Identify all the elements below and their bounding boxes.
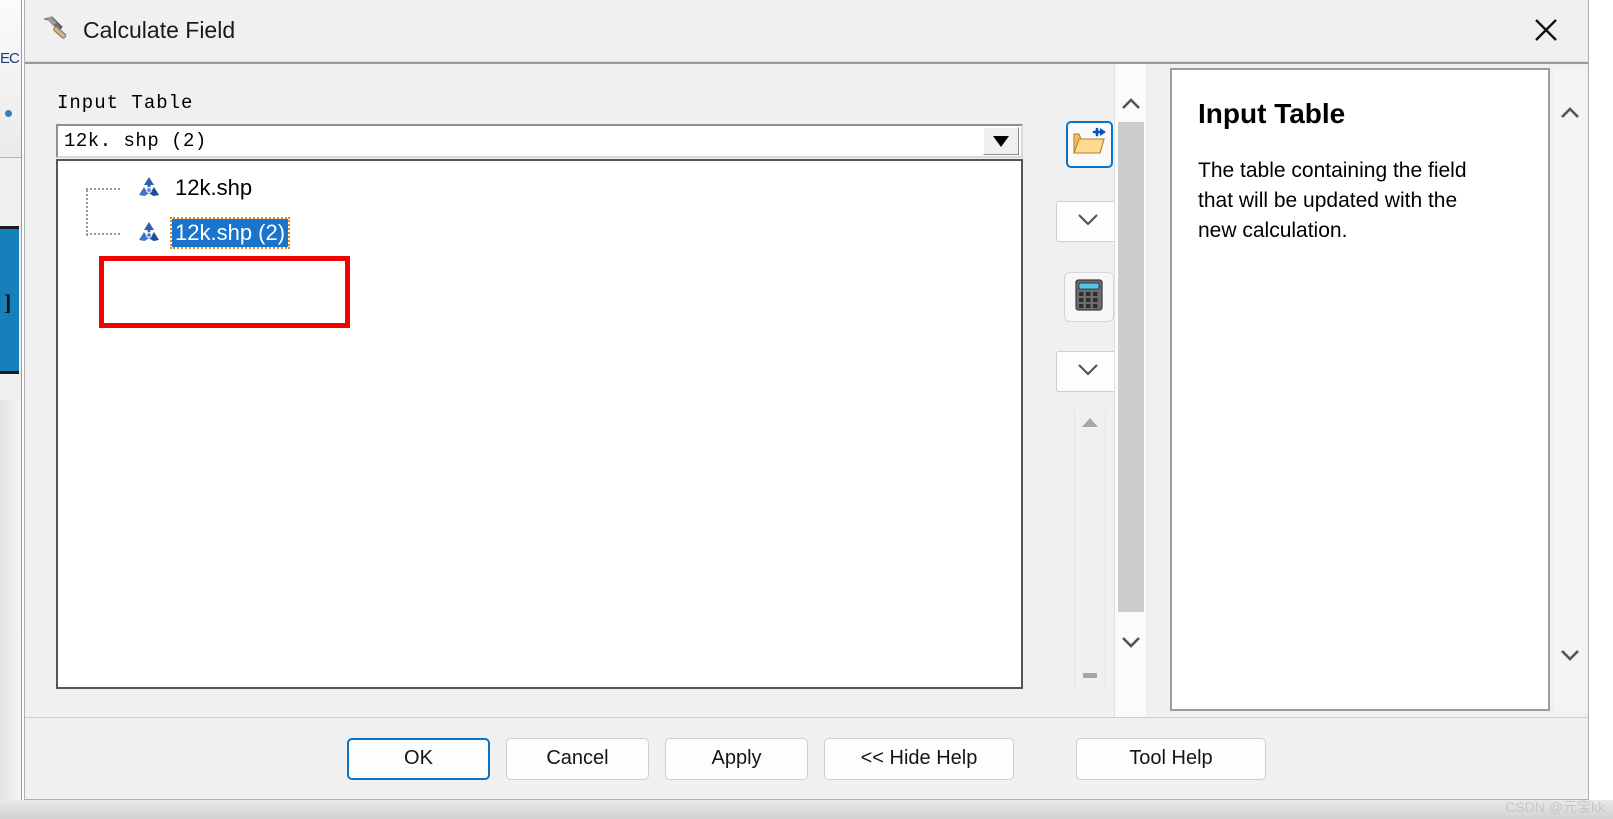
scroll-up-icon[interactable] xyxy=(1554,96,1586,130)
scroll-down-icon[interactable] xyxy=(1115,624,1147,660)
input-table-value: 12k. shp (2) xyxy=(64,130,207,152)
shapefile-icon xyxy=(136,220,162,246)
calculate-field-dialog: Calculate Field Input Table 12k. shp (2) xyxy=(24,0,1589,800)
hide-help-button[interactable]: << Hide Help xyxy=(824,737,1014,780)
tree-connector xyxy=(86,187,120,190)
watermark: CSDN @元宝kk xyxy=(1505,799,1605,815)
dialog-body: Input Table 12k. shp (2) 12k.shp 12k.shp… xyxy=(25,62,1588,717)
list-item-label: 12k.shp xyxy=(175,174,253,200)
cancel-button[interactable]: Cancel xyxy=(506,737,649,780)
help-title: Input Table xyxy=(1198,98,1346,129)
tool-help-button[interactable]: Tool Help xyxy=(1076,737,1266,780)
scroll-up-icon[interactable] xyxy=(1081,415,1099,433)
dropdown-arrow-icon[interactable] xyxy=(983,127,1019,155)
background-window-strip: EC ] xyxy=(0,0,22,800)
desktop-bottom-bar xyxy=(0,800,1613,819)
dialog-scrollbar[interactable] xyxy=(1114,64,1146,717)
close-icon[interactable] xyxy=(1510,0,1582,60)
scrollbar-thumb[interactable] xyxy=(1118,122,1144,612)
help-body-text: The table containing the field that will… xyxy=(1198,159,1467,242)
input-table-combobox[interactable]: 12k. shp (2) xyxy=(56,124,1023,158)
ok-button[interactable]: OK xyxy=(347,737,490,780)
expression-dropdown-button-2[interactable] xyxy=(1056,351,1120,392)
expression-scrollbar[interactable] xyxy=(1074,409,1106,689)
input-table-dropdown-list[interactable]: 12k.shp 12k.shp (2) xyxy=(56,159,1023,689)
calculator-button[interactable] xyxy=(1064,272,1114,322)
shapefile-icon xyxy=(136,175,162,201)
list-item[interactable]: 12k.shp (2) xyxy=(58,190,1021,253)
list-item-label: 12k.shp (2) xyxy=(169,216,291,249)
dialog-titlebar: Calculate Field xyxy=(25,0,1588,62)
scroll-down-icon[interactable] xyxy=(1081,667,1099,685)
list-item[interactable]: 12k.shp xyxy=(58,167,1021,208)
scroll-up-icon[interactable] xyxy=(1115,86,1147,122)
dialog-title: Calculate Field xyxy=(83,17,236,43)
expression-dropdown-button-1[interactable] xyxy=(1056,201,1120,242)
background-fragment-text: EC xyxy=(0,50,20,67)
help-content-box: Input Table The table containing the fie… xyxy=(1170,68,1550,711)
hammer-icon xyxy=(39,14,73,48)
browse-input-table-button[interactable] xyxy=(1066,121,1113,168)
background-toolbar xyxy=(0,0,21,158)
parameters-pane: Input Table 12k. shp (2) 12k.shp 12k.shp… xyxy=(25,64,1146,717)
help-pane: Input Table The table containing the fie… xyxy=(1146,64,1588,717)
tree-connector-vertical xyxy=(86,190,88,236)
input-table-label: Input Table xyxy=(57,92,194,114)
background-lower-panel xyxy=(0,400,21,800)
background-selected-glyph: ] xyxy=(4,290,12,315)
apply-button[interactable]: Apply xyxy=(665,737,808,780)
scroll-down-icon[interactable] xyxy=(1554,638,1586,672)
chevron-down-icon xyxy=(1077,213,1099,231)
chevron-down-icon xyxy=(1077,363,1099,381)
tree-connector xyxy=(86,232,120,235)
folder-open-add-icon xyxy=(1072,127,1107,162)
background-bullet-icon xyxy=(5,110,12,117)
calculator-icon xyxy=(1074,278,1104,317)
dialog-footer: OK Cancel Apply << Hide Help Tool Help xyxy=(25,717,1588,799)
help-scrollbar[interactable] xyxy=(1554,68,1586,711)
screen: EC ] Calculate Field Input Table 12k. sh… xyxy=(0,0,1613,819)
